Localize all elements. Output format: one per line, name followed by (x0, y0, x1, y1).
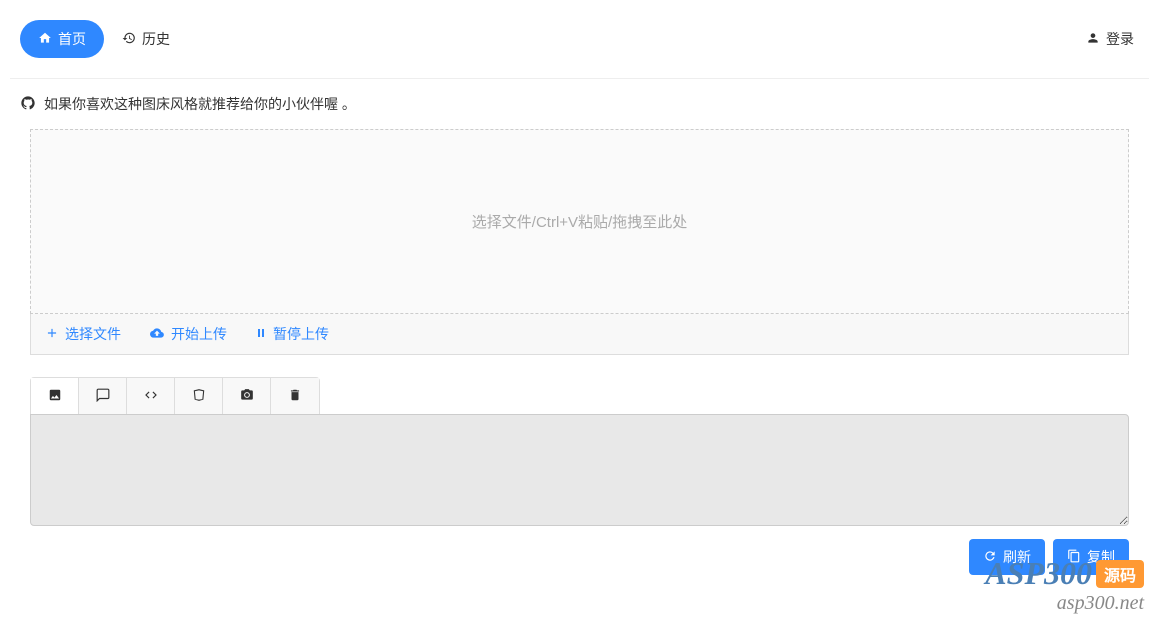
upload-toolbar: 选择文件 开始上传 暂停上传 (30, 314, 1129, 355)
camera-icon (239, 388, 255, 405)
pause-upload-label: 暂停上传 (273, 324, 329, 344)
login-label: 登录 (1106, 29, 1134, 49)
tab-delete[interactable] (271, 378, 319, 414)
plus-icon (45, 326, 59, 343)
history-icon (122, 31, 136, 48)
dropzone-hint: 选择文件/Ctrl+V粘贴/拖拽至此处 (472, 211, 687, 232)
image-icon (47, 388, 63, 405)
start-upload-label: 开始上传 (171, 324, 227, 344)
tab-code[interactable] (127, 378, 175, 414)
user-icon (1086, 31, 1100, 48)
select-file-label: 选择文件 (65, 324, 121, 344)
home-button[interactable]: 首页 (20, 20, 104, 58)
nav-left: 首页 历史 (20, 20, 170, 58)
home-label: 首页 (58, 29, 86, 49)
tab-camera[interactable] (223, 378, 271, 414)
pause-icon (255, 326, 267, 342)
promo-text: 如果你喜欢这种图床风格就推荐给你的小伙伴喔 。 (44, 94, 356, 114)
tab-html[interactable] (175, 378, 223, 414)
code-icon (143, 388, 159, 405)
watermark-top: ASP300 源码 (985, 555, 1144, 592)
nav-right: 登录 (1086, 29, 1149, 49)
upload-container: 选择文件/Ctrl+V粘贴/拖拽至此处 选择文件 开始上传 暂停上传 (10, 129, 1149, 575)
promo-line: 如果你喜欢这种图床风格就推荐给你的小伙伴喔 。 (10, 94, 1149, 129)
cloud-upload-icon (149, 326, 165, 343)
watermark-badge: 源码 (1096, 560, 1144, 588)
history-link[interactable]: 历史 (122, 29, 170, 49)
comment-icon (96, 388, 110, 405)
login-link[interactable]: 登录 (1086, 29, 1134, 49)
select-file-button[interactable]: 选择文件 (45, 324, 121, 344)
start-upload-button[interactable]: 开始上传 (149, 324, 227, 344)
watermark: ASP300 源码 asp300.net (985, 555, 1144, 615)
home-icon (38, 31, 52, 48)
tab-comment[interactable] (79, 378, 127, 414)
history-label: 历史 (142, 29, 170, 49)
trash-icon (288, 388, 302, 405)
pause-upload-button[interactable]: 暂停上传 (255, 324, 329, 344)
nav-bar: 首页 历史 登录 (10, 10, 1149, 79)
html5-icon (192, 388, 206, 405)
output-textarea[interactable] (30, 414, 1129, 526)
output-tabs (30, 377, 320, 415)
action-row: 刷新 复制 (30, 539, 1129, 575)
dropzone[interactable]: 选择文件/Ctrl+V粘贴/拖拽至此处 (30, 129, 1129, 314)
watermark-bottom: asp300.net (985, 592, 1144, 615)
github-icon (20, 95, 36, 114)
tab-image[interactable] (31, 378, 79, 414)
